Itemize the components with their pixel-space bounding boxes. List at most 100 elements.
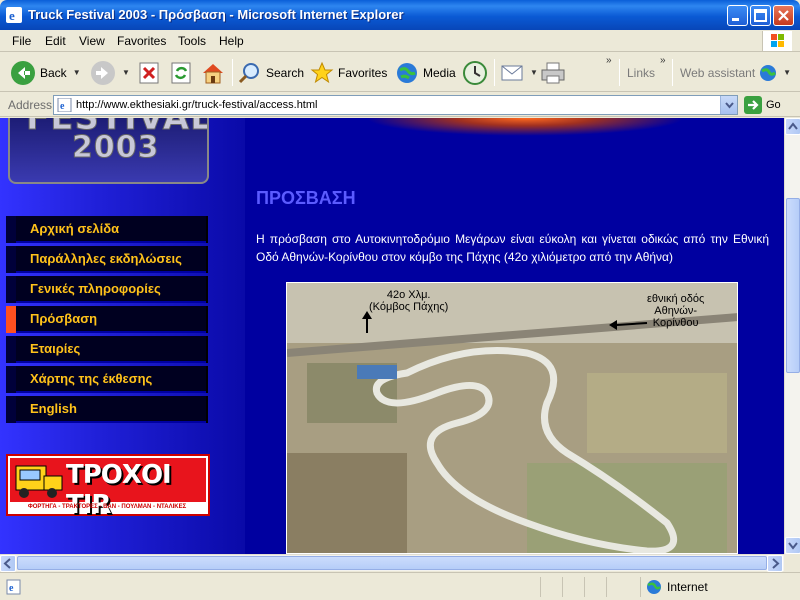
window-title: Truck Festival 2003 - Πρόσβαση - Microso… <box>28 7 404 22</box>
arrow-left-icon <box>3 558 11 569</box>
links-label: Links <box>627 65 656 80</box>
menu-tools[interactable]: Tools <box>178 34 206 48</box>
menu-file[interactable]: File <box>12 34 31 48</box>
horizontal-scrollbar[interactable] <box>0 554 784 572</box>
home-icon <box>203 63 223 83</box>
menu-help[interactable]: Help <box>219 34 244 48</box>
nav-label: Χάρτης της έκθεσης <box>30 371 153 386</box>
nav-item-general-info[interactable]: Γενικές πληροφορίες <box>6 276 208 303</box>
menu-view[interactable]: View <box>79 34 105 48</box>
media-label: Media <box>423 65 456 80</box>
nav-label: Παράλληλες εκδηλώσεις <box>30 251 182 266</box>
nav-item-exhibition-map[interactable]: Χάρτης της έκθεσης <box>6 366 208 393</box>
go-button[interactable]: Go <box>744 96 781 114</box>
address-dropdown-button[interactable] <box>720 96 737 114</box>
title-bar[interactable]: e Truck Festival 2003 - Πρόσβαση - Micro… <box>0 0 800 30</box>
go-arrow-icon <box>744 96 762 114</box>
menu-favorites[interactable]: Favorites <box>117 34 166 48</box>
links-overflow-icon[interactable]: » <box>660 55 666 66</box>
scroll-up-button[interactable] <box>785 118 800 135</box>
nav-item-home[interactable]: Αρχική σελίδα <box>6 216 208 243</box>
web-assistant-label: Web assistant <box>680 65 756 80</box>
status-bar: e Internet <box>0 572 800 600</box>
back-label: Back <box>40 65 67 80</box>
photo-label-right: εθνική οδός <box>647 293 705 305</box>
favorites-button[interactable]: Favorites <box>310 57 387 88</box>
svg-text:e: e <box>60 101 65 112</box>
stop-button[interactable] <box>138 57 160 88</box>
nav-item-parallel-events[interactable]: Παράλληλες εκδηλώσεις <box>6 246 208 273</box>
vertical-scroll-thumb[interactable] <box>786 198 800 373</box>
intro-paragraph: Η πρόσβαση στο Αυτοκινητοδρόμιο Μεγάρων … <box>256 232 769 264</box>
nav-label: Πρόσβαση <box>30 311 98 326</box>
photo-label-left-sub: (Κόμβος Πάχης) <box>369 301 449 313</box>
search-icon <box>238 62 259 83</box>
web-assistant-dropdown-icon[interactable]: ▼ <box>783 68 791 77</box>
web-assistant-globe-icon <box>760 64 777 81</box>
sponsor-banner[interactable]: ΤΡΟΧΟΙ TIR ΦΟΡΤΗΓΑ - ΤΡΑΚΤΟΡΕΣ - ΒΑΝ - Π… <box>6 454 210 520</box>
active-marker <box>6 306 16 333</box>
mail-button[interactable]: ▼ <box>500 57 538 88</box>
back-button[interactable]: Back ▼ <box>10 57 81 88</box>
maximize-button[interactable] <box>750 5 771 26</box>
security-zone: Internet <box>646 579 708 595</box>
page-status-icon: e <box>6 579 21 595</box>
links-button[interactable]: Links <box>627 57 655 88</box>
web-assistant-button[interactable]: Web assistant ▼ <box>680 57 791 88</box>
toolbar: Back ▼ ▼ Search Favorites Media ▼ » Link… <box>0 53 800 92</box>
star-icon <box>310 61 334 83</box>
address-bar: Address e http://www.ekthesiaki.gr/truck… <box>0 93 800 117</box>
nav-item-access[interactable]: Πρόσβαση <box>6 306 208 333</box>
go-label: Go <box>766 99 781 111</box>
stop-icon <box>139 62 159 83</box>
festival-logo[interactable]: FESTIVAL 2003 <box>8 118 209 184</box>
address-url: http://www.ekthesiaki.gr/truck-festival/… <box>76 99 318 111</box>
history-icon <box>463 60 487 85</box>
scroll-down-button[interactable] <box>785 537 800 554</box>
nav-item-english[interactable]: English <box>6 396 208 423</box>
back-dropdown-icon[interactable]: ▼ <box>73 68 81 77</box>
home-button[interactable] <box>201 57 225 88</box>
refresh-button[interactable] <box>170 57 192 88</box>
aerial-photo-circuit: 42ο Χλμ. (Κόμβος Πάχης) εθνική οδός Αθην… <box>286 282 738 554</box>
toolbar-overflow-icon[interactable]: » <box>606 55 612 66</box>
minimize-icon <box>732 18 739 21</box>
ie-icon: e <box>6 7 22 23</box>
close-button[interactable] <box>773 5 794 26</box>
chevron-down-icon <box>725 102 734 109</box>
mail-dropdown-icon[interactable]: ▼ <box>530 68 538 77</box>
photo-label-right-sub2: Κορίνθου <box>652 317 699 329</box>
media-button[interactable]: Media <box>395 57 456 88</box>
main-nav: Αρχική σελίδα Παράλληλες εκδηλώσεις Γενι… <box>6 216 208 426</box>
windows-logo-icon <box>762 31 792 51</box>
forward-button[interactable]: ▼ <box>90 57 130 88</box>
media-globe-icon <box>397 62 417 83</box>
mail-icon <box>501 65 523 80</box>
minimize-button[interactable] <box>727 5 748 26</box>
refresh-icon <box>171 62 191 83</box>
zone-label: Internet <box>667 580 708 594</box>
vertical-scrollbar[interactable] <box>784 118 800 554</box>
print-button[interactable] <box>540 57 566 88</box>
arrow-down-icon <box>788 542 798 550</box>
nav-label: Εταιρίες <box>30 341 81 356</box>
forward-dropdown-icon[interactable]: ▼ <box>122 68 130 77</box>
scroll-left-button[interactable] <box>0 555 16 572</box>
address-input[interactable]: e http://www.ekthesiaki.gr/truck-festiva… <box>53 95 738 115</box>
history-button[interactable] <box>462 57 488 88</box>
search-button[interactable]: Search <box>238 57 304 88</box>
address-label: Address <box>8 98 53 112</box>
favorites-label: Favorites <box>338 65 388 80</box>
header-graphic <box>365 118 685 136</box>
printer-icon <box>541 62 565 83</box>
banner-subtitle: ΦΟΡΤΗΓΑ - ΤΡΑΚΤΟΡΕΣ - ΒΑΝ - ΠΟΥΛΜΑΝ - ΝΤ… <box>27 504 187 510</box>
photo-label-right-sub: Αθηνών- <box>654 305 698 317</box>
internet-globe-icon <box>647 580 661 594</box>
scroll-right-button[interactable] <box>767 555 783 572</box>
horizontal-scroll-thumb[interactable] <box>17 556 767 570</box>
scrollbar-corner <box>784 554 800 571</box>
logo-text-year: 2003 <box>72 130 160 166</box>
nav-item-companies[interactable]: Εταιρίες <box>6 336 208 363</box>
menu-edit[interactable]: Edit <box>45 34 66 48</box>
photo-label-left: 42ο Χλμ. <box>386 289 431 301</box>
